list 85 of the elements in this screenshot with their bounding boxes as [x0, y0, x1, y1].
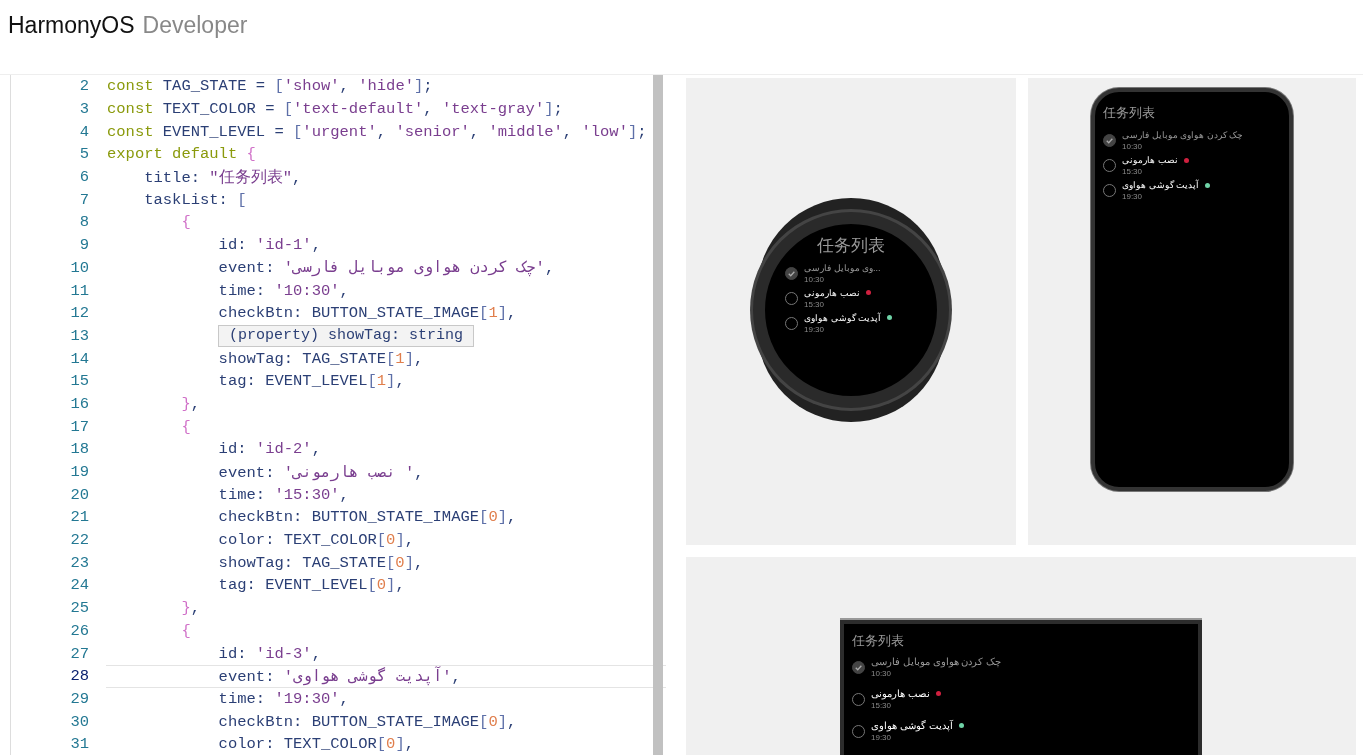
line-number: 12 — [69, 304, 89, 323]
task-title: چک کردن هواوی موبایل فارسی — [871, 656, 1002, 667]
task-title: ...وی موبایل فارسی — [804, 262, 881, 273]
code-line: showTag: TAG_STATE[0], — [217, 553, 424, 572]
task-checkbox[interactable] — [1103, 134, 1116, 147]
brand-name[interactable]: HarmonyOS — [8, 12, 135, 39]
task-checkbox[interactable] — [785, 266, 798, 280]
line-number: 9 — [78, 236, 89, 255]
code-line: checkBtn: BUTTON_STATE_IMAGE[0], — [217, 508, 517, 527]
screen-title: 任务列表 — [816, 234, 886, 257]
task-title: نصب هارمونی — [1122, 155, 1178, 165]
code-editor[interactable] — [10, 75, 666, 755]
line-number: 26 — [69, 621, 89, 640]
code-line: export default { — [107, 145, 256, 164]
line-number: 4 — [78, 122, 89, 141]
task-time: 10:30 — [1122, 142, 1143, 151]
task-time: 15:30 — [804, 299, 825, 309]
code-line: checkBtn: BUTTON_STATE_IMAGE[1], — [217, 304, 517, 323]
task-title: نصب هارمونی — [871, 688, 930, 699]
line-number: 28 — [69, 667, 89, 686]
product-name: Developer — [142, 12, 248, 39]
line-number: 5 — [78, 145, 89, 164]
line-number: 3 — [78, 100, 89, 119]
task-title: نصب هارمونی — [804, 287, 860, 298]
code-line: const TAG_STATE = ['show', 'hide']; — [107, 77, 433, 96]
task-time: 15:30 — [1122, 167, 1143, 176]
task-title: آپدیت گوشی هواوی — [1122, 180, 1199, 190]
task-title: آپدیت گوشی هواوی — [804, 312, 881, 323]
hover-tooltip: (property) showTag: string — [218, 325, 475, 347]
line-number: 13 — [69, 326, 89, 345]
scrollbar[interactable] — [653, 75, 663, 755]
code-line: checkBtn: BUTTON_STATE_IMAGE[0], — [217, 712, 517, 731]
line-number: 7 — [78, 190, 89, 209]
line-number: 8 — [78, 213, 89, 232]
line-number: 6 — [78, 168, 89, 187]
code-line: }, — [180, 599, 201, 618]
code-line: time: '15:30', — [217, 485, 349, 504]
line-number: 24 — [69, 576, 89, 595]
task-time: 10:30 — [871, 669, 892, 678]
line-number: 17 — [69, 417, 89, 436]
code-line: color: TEXT_COLOR[0], — [217, 531, 414, 550]
task-time: 15:30 — [871, 701, 892, 710]
code-line: id: 'id-1', — [217, 236, 321, 255]
task-time: 19:30 — [1122, 192, 1143, 201]
code-line: time: '10:30', — [217, 281, 349, 300]
screen-title: 任务列表 — [1103, 104, 1156, 122]
code-line: { — [180, 417, 191, 436]
task-time: 10:30 — [804, 274, 825, 284]
line-number: 15 — [69, 372, 89, 391]
code-line: time: '19:30', — [217, 689, 349, 708]
line-number: 19 — [69, 463, 89, 482]
code-line: taskList: [ — [143, 190, 247, 209]
code-line: color: TEXT_COLOR[0], — [217, 735, 414, 754]
line-number: 2 — [78, 77, 89, 96]
code-line: id: 'id-3', — [217, 644, 321, 663]
line-number: 16 — [69, 394, 89, 413]
task-title: آپدیت گوشی هواوی — [871, 720, 953, 731]
line-number: 23 — [69, 553, 89, 572]
task-title: چک کردن هواوی موبایل فارسی — [1122, 130, 1243, 140]
line-number: 31 — [69, 735, 89, 754]
line-number: 25 — [69, 599, 89, 618]
screen-title: 任务列表 — [852, 632, 905, 650]
task-checkbox[interactable] — [852, 660, 865, 674]
line-number: 11 — [69, 281, 89, 300]
code-line: }, — [180, 394, 201, 413]
code-line: id: 'id-2', — [217, 440, 321, 459]
task-time: 19:30 — [871, 733, 892, 742]
code-line: tag: EVENT_LEVEL[1], — [217, 372, 405, 391]
code-line: { — [180, 213, 191, 232]
line-number: 27 — [69, 644, 89, 663]
code-line: title: "任务列表", — [143, 167, 302, 188]
code-line: const EVENT_LEVEL = ['urgent', 'senior', 'middle', 'low']; — [107, 122, 647, 141]
line-number: 18 — [69, 440, 89, 459]
code-line: { — [180, 621, 191, 640]
line-number: 29 — [69, 689, 89, 708]
line-number: 22 — [69, 531, 89, 550]
line-number: 21 — [69, 508, 89, 527]
code-line: showTag: TAG_STATE[1], — [217, 349, 424, 368]
code-line: tag: EVENT_LEVEL[0], — [217, 576, 405, 595]
code-line: const TEXT_COLOR = ['text-default', 'text-gray']; — [107, 100, 563, 119]
task-time: 19:30 — [804, 324, 825, 334]
line-number: 30 — [69, 712, 89, 731]
line-number: 10 — [69, 258, 89, 277]
line-number: 14 — [69, 349, 89, 368]
line-number: 20 — [69, 485, 89, 504]
